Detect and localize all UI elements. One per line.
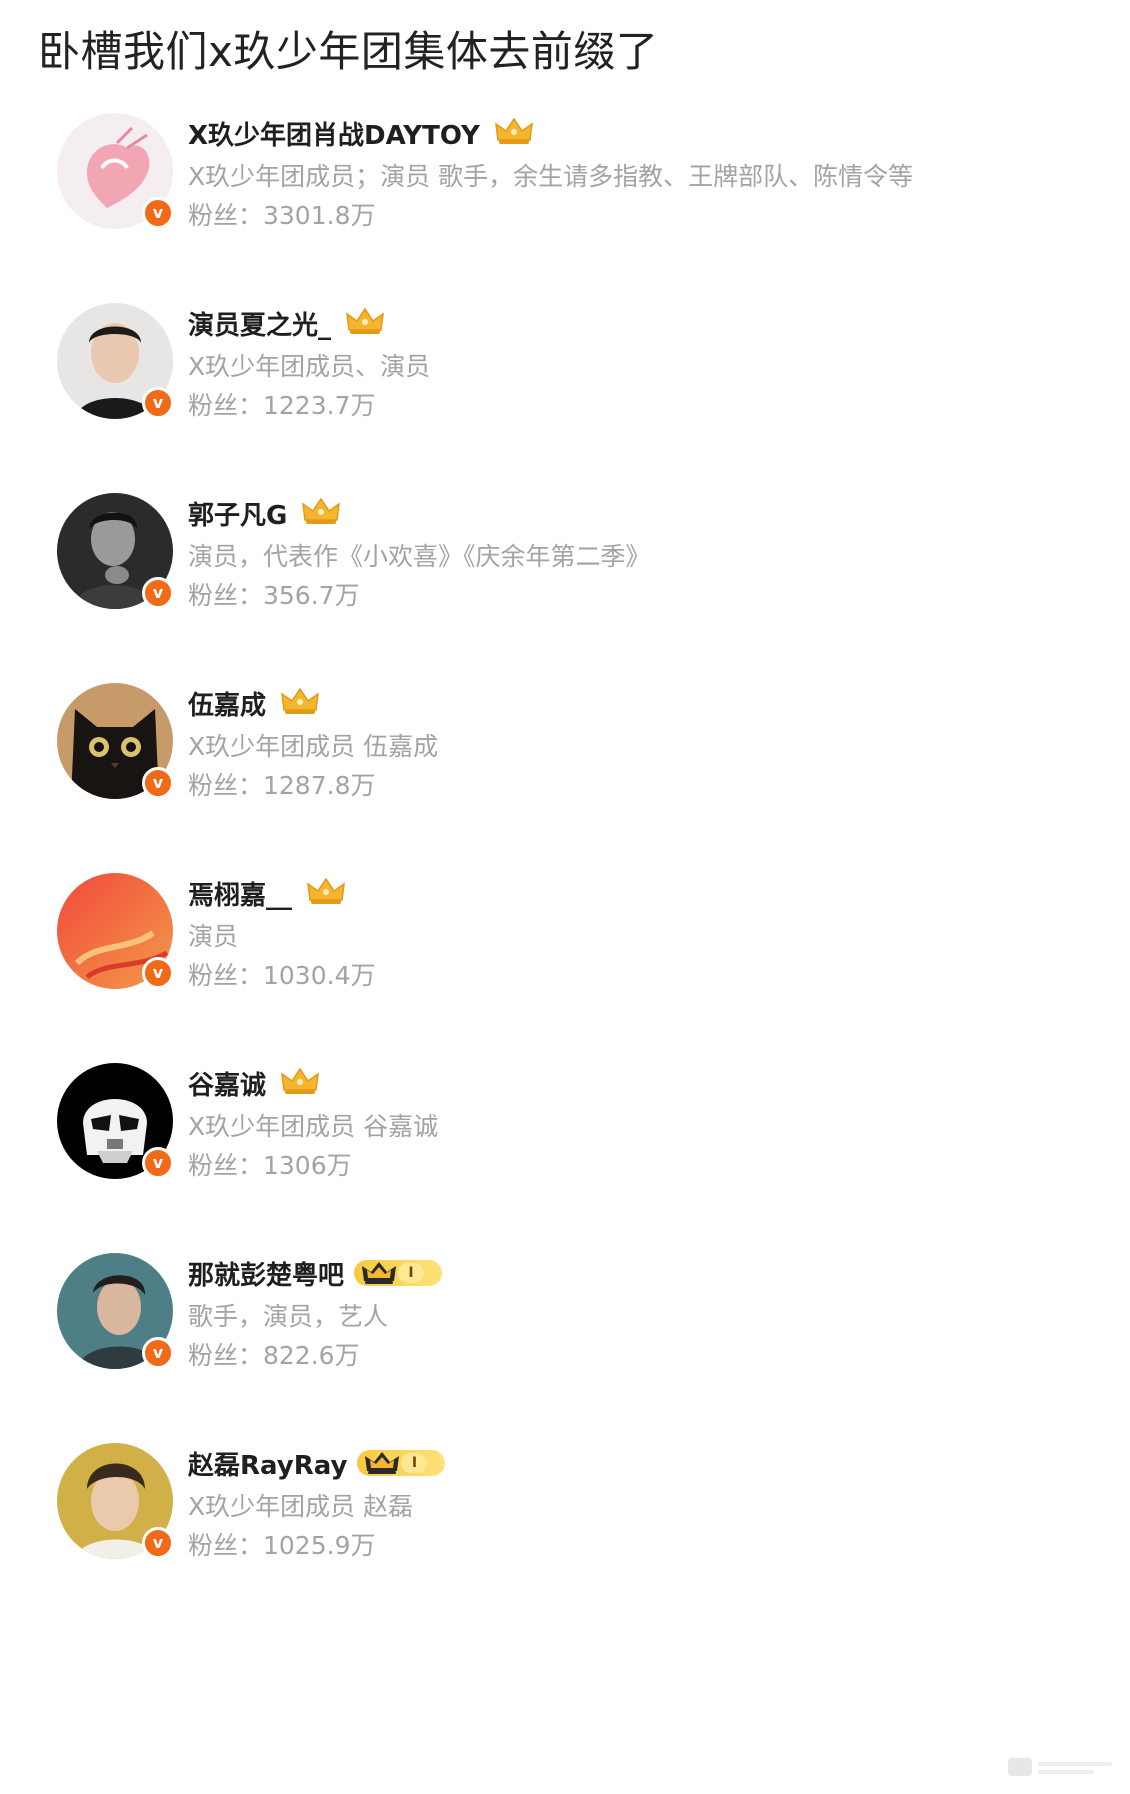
crown-icon [362,1262,397,1284]
user-fans-count: 粉丝：1287.8万 [188,771,376,800]
user-description: 歌手，演员，艺人 [188,1302,389,1331]
name-line: 那就彭楚粤吧 I [188,1253,443,1293]
name-line: 演员夏之光_ [188,303,385,343]
user-name[interactable]: 焉栩嘉__ [188,875,292,912]
user-row[interactable]: v 谷嘉诚 X玖少年团成员 谷嘉诚 粉丝：1306万 [0,1063,1130,1213]
user-fans-count: 粉丝：1025.9万 [188,1531,376,1560]
name-line: 焉栩嘉__ [188,873,346,913]
user-fans-count: 粉丝：1030.4万 [188,961,376,990]
crown-icon[interactable] [494,116,534,150]
user-name[interactable]: X玖少年团肖战DAYTOY [188,115,480,152]
crown-icon[interactable] [345,306,385,340]
user-row[interactable]: v 那就彭楚粤吧 I 歌手，演员，艺人 粉丝：822.6万 [0,1253,1130,1403]
user-name[interactable]: 伍嘉成 [188,685,266,722]
crown-icon[interactable] [301,496,341,530]
user-description: X玖少年团成员 伍嘉成 [188,732,439,761]
verified-badge-icon: v [142,767,174,799]
user-description: 演员，代表作《小欢喜》《庆余年第二季》 [188,542,651,571]
name-line: 郭子凡G [188,493,341,533]
name-line: 赵磊RayRay I [188,1443,446,1483]
name-line: 谷嘉诚 [188,1063,320,1103]
user-description: X玖少年团成员 谷嘉诚 [188,1112,439,1141]
user-fans-count: 粉丝：1223.7万 [188,391,376,420]
user-name[interactable]: 演员夏之光_ [188,305,331,342]
user-row[interactable]: v 演员夏之光_ X玖少年团成员、演员 粉丝：1223.7万 [0,303,1130,453]
user-name[interactable]: 谷嘉诚 [188,1065,266,1102]
user-fans-count: 粉丝：822.6万 [188,1341,360,1370]
crown-level-badge[interactable]: I [357,1450,446,1476]
verified-badge-icon: v [142,1337,174,1369]
user-row[interactable]: v 郭子凡G 演员，代表作《小欢喜》《庆余年第二季》 粉丝：356.7万 [0,493,1130,643]
crown-icon[interactable] [280,686,320,720]
crown-icon[interactable] [306,876,346,910]
user-row[interactable]: v 焉栩嘉__ 演员 粉丝：1030.4万 [0,873,1130,1023]
user-description: X玖少年团成员、演员 [188,352,431,381]
user-fans-count: 粉丝：356.7万 [188,581,360,610]
user-fans-count: 粉丝：3301.8万 [188,201,376,230]
user-name[interactable]: 郭子凡G [188,495,287,532]
user-name[interactable]: 那就彭楚粤吧 [188,1255,344,1292]
verified-badge-icon: v [142,197,174,229]
level-number: I [401,1453,428,1473]
user-row[interactable]: v X玖少年团肖战DAYTOY X玖少年团成员；演员 歌手，余生请多指教、王牌部… [0,113,1130,263]
verified-badge-icon: v [142,957,174,989]
user-fans-count: 粉丝：1306万 [188,1151,352,1180]
name-line: 伍嘉成 [188,683,320,723]
user-row[interactable]: v 赵磊RayRay I X玖少年团成员 赵磊 粉丝：1025.9万 [0,1443,1130,1593]
verified-badge-icon: v [142,1527,174,1559]
user-description: X玖少年团成员；演员 歌手，余生请多指教、王牌部队、陈情令等 [188,162,914,191]
crown-level-badge[interactable]: I [354,1260,443,1286]
user-row[interactable]: v 伍嘉成 X玖少年团成员 伍嘉成 粉丝：1287.8万 [0,683,1130,833]
crown-icon [365,1452,400,1474]
verified-badge-icon: v [142,1147,174,1179]
name-line: X玖少年团肖战DAYTOY [188,113,534,153]
user-description: 演员 [188,922,239,951]
level-number: I [398,1263,425,1283]
user-name[interactable]: 赵磊RayRay [188,1445,347,1482]
user-description: X玖少年团成员 赵磊 [188,1492,414,1521]
watermark-icon [1006,1750,1116,1784]
verified-badge-icon: v [142,577,174,609]
verified-badge-icon: v [142,387,174,419]
user-list: v X玖少年团肖战DAYTOY X玖少年团成员；演员 歌手，余生请多指教、王牌部… [0,0,1130,1794]
crown-icon[interactable] [280,1066,320,1100]
